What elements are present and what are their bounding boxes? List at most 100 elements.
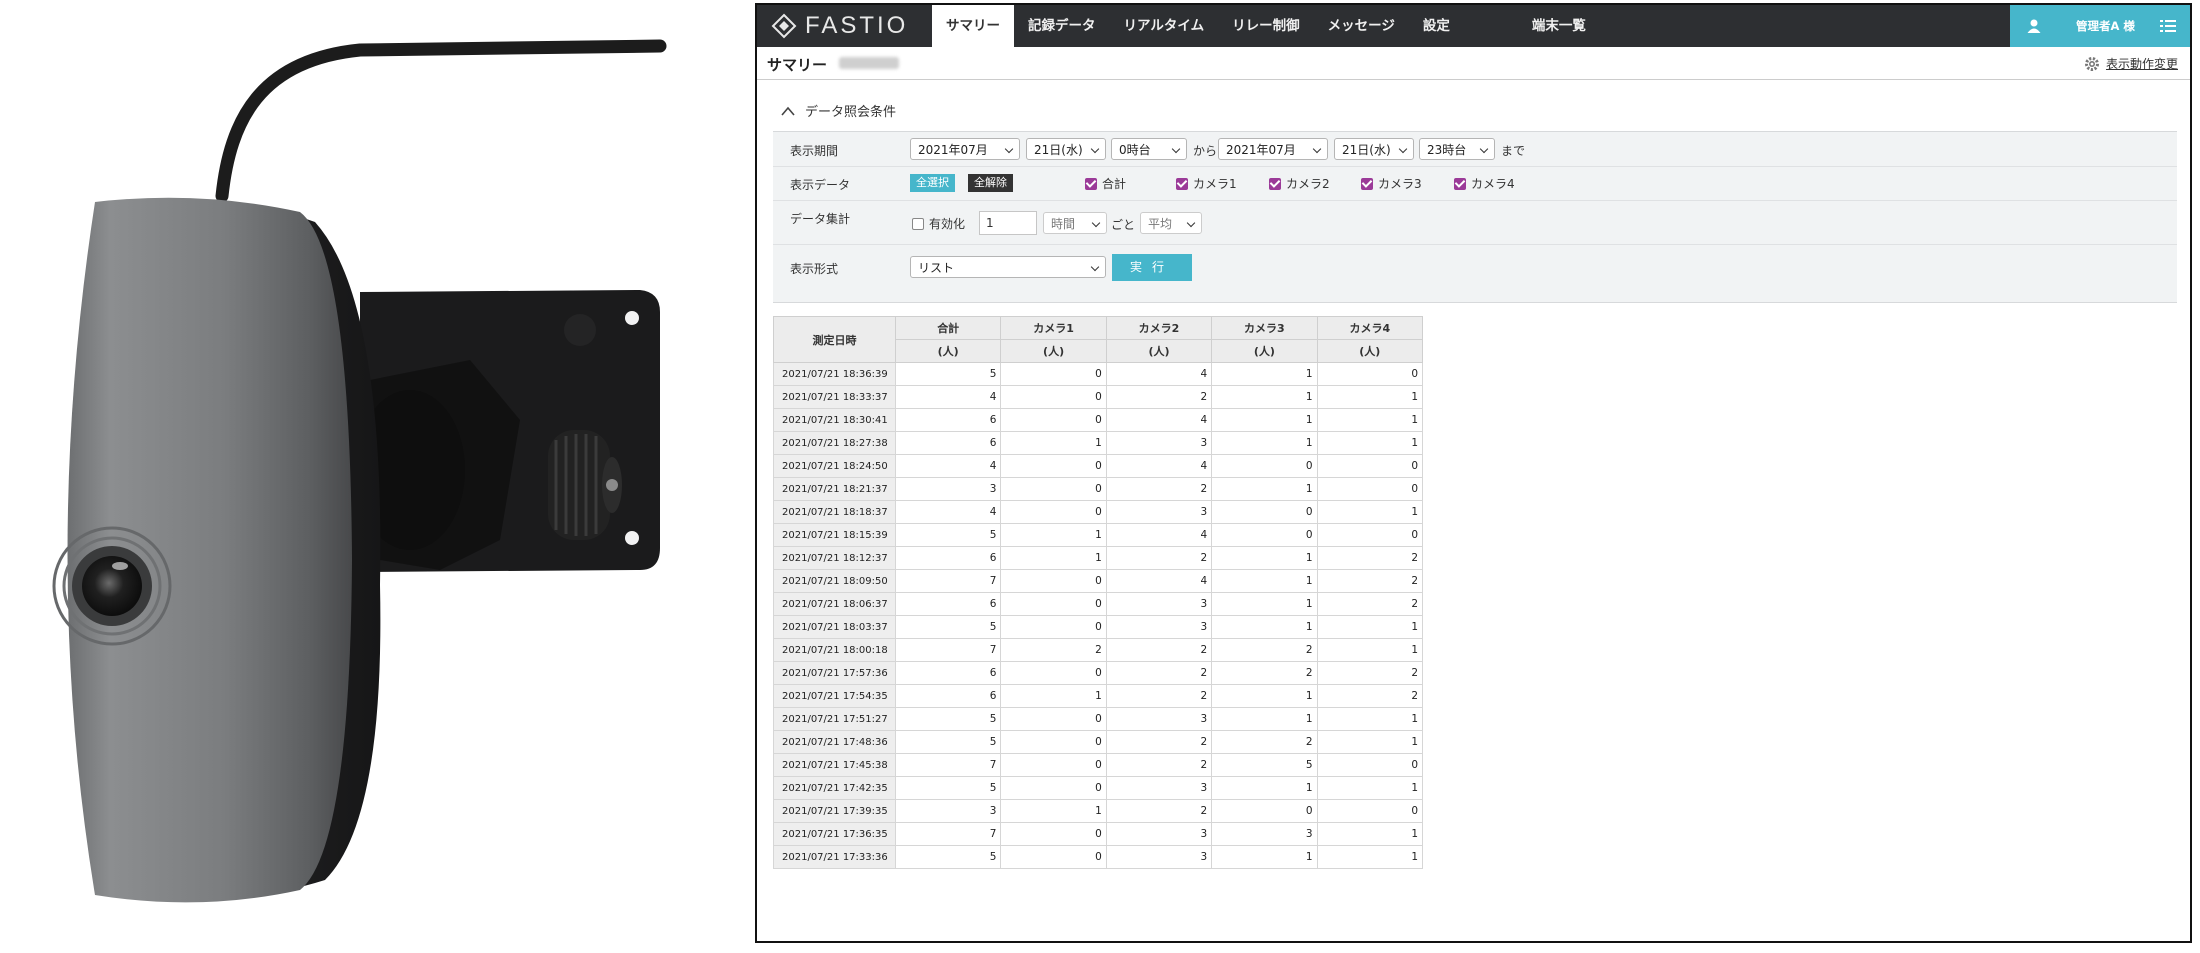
- nav-tab-records[interactable]: 記録データ: [1014, 5, 1110, 47]
- cell-camera4: 0: [1316, 753, 1423, 777]
- cell-camera4: 1: [1316, 638, 1423, 662]
- display-change-link[interactable]: 表示動作変更: [2084, 55, 2178, 72]
- cell-datetime: 2021/07/21 18:33:37: [773, 385, 896, 409]
- cell-total: 5: [894, 615, 1002, 639]
- user-menu[interactable]: 管理者A 様: [2010, 5, 2190, 47]
- nav-tab-settings[interactable]: 設定: [1409, 5, 1464, 47]
- table-row: 2021/07/21 18:24:50 4 0 4 0 0: [773, 454, 1423, 478]
- from-hour-select[interactable]: 0時台: [1111, 138, 1187, 160]
- from-day-select[interactable]: 21日(水): [1026, 138, 1106, 160]
- cell-camera3: 2: [1211, 730, 1318, 754]
- from-month-select[interactable]: 2021年07月: [910, 138, 1020, 160]
- cell-camera1: 0: [1000, 569, 1107, 593]
- cell-camera4: 1: [1316, 707, 1423, 731]
- cell-camera3: 1: [1211, 707, 1318, 731]
- cell-total: 3: [894, 477, 1002, 501]
- clear-all-button[interactable]: 全解除: [968, 174, 1013, 192]
- cell-total: 5: [894, 707, 1002, 731]
- nav-tab-realtime[interactable]: リアルタイム: [1110, 5, 1219, 47]
- cell-total: 6: [894, 546, 1002, 570]
- check-camera4[interactable]: カメラ4: [1454, 175, 1515, 192]
- conditions-toggle[interactable]: データ照会条件: [781, 101, 896, 120]
- cell-camera2: 3: [1105, 500, 1213, 524]
- cell-camera3: 1: [1211, 615, 1318, 639]
- cell-datetime: 2021/07/21 17:51:27: [773, 707, 896, 731]
- cell-camera2: 2: [1105, 661, 1213, 685]
- nav-tab-devices[interactable]: 端末一覧: [1518, 5, 1600, 47]
- cell-datetime: 2021/07/21 17:33:36: [773, 845, 896, 869]
- camera-product-photo: [52, 39, 667, 903]
- diamond-logo-icon: [771, 13, 797, 39]
- list-menu-icon[interactable]: [2160, 18, 2176, 34]
- check-camera1[interactable]: カメラ1: [1176, 175, 1237, 192]
- cell-camera3: 1: [1211, 362, 1318, 386]
- table-row: 2021/07/21 18:18:37 4 0 3 0 1: [773, 500, 1423, 524]
- check-camera3[interactable]: カメラ3: [1361, 175, 1422, 192]
- cell-datetime: 2021/07/21 18:03:37: [773, 615, 896, 639]
- cell-datetime: 2021/07/21 18:15:39: [773, 523, 896, 547]
- run-button[interactable]: 実行: [1112, 254, 1192, 281]
- cell-total: 7: [894, 638, 1002, 662]
- nav-tab-messages[interactable]: メッセージ: [1314, 5, 1409, 47]
- logo-text: FASTIO: [805, 12, 909, 39]
- checkbox-checked-icon: [1269, 177, 1281, 190]
- aggregation-each-text: ごと: [1111, 218, 1136, 232]
- cell-camera3: 1: [1211, 569, 1318, 593]
- cell-camera3: 0: [1211, 454, 1318, 478]
- cell-camera2: 2: [1105, 753, 1213, 777]
- unit-camera2: (人): [1105, 339, 1213, 363]
- cell-camera2: 2: [1105, 477, 1213, 501]
- checkbox-unchecked-icon: [912, 217, 924, 230]
- cell-camera2: 2: [1105, 546, 1213, 570]
- cell-camera3: 0: [1211, 799, 1318, 823]
- cell-camera1: 0: [1000, 408, 1107, 432]
- cell-datetime: 2021/07/21 17:45:38: [773, 753, 896, 777]
- check-total[interactable]: 合計: [1085, 175, 1126, 192]
- to-hour-select[interactable]: 23時台: [1419, 138, 1495, 160]
- check-camera2[interactable]: カメラ2: [1269, 175, 1330, 192]
- fastio-logo[interactable]: FASTIO: [771, 5, 908, 47]
- user-name: 管理者A 様: [2076, 19, 2135, 33]
- cell-total: 4: [894, 454, 1002, 478]
- cell-camera2: 2: [1105, 684, 1213, 708]
- cell-datetime: 2021/07/21 17:42:35: [773, 776, 896, 800]
- cell-camera4: 0: [1316, 362, 1423, 386]
- cell-datetime: 2021/07/21 18:06:37: [773, 592, 896, 616]
- to-month-select[interactable]: 2021年07月: [1218, 138, 1328, 160]
- format-row: 表示形式 リスト 実行: [773, 244, 2177, 288]
- aggregation-method-select[interactable]: 平均: [1140, 212, 1202, 234]
- enable-aggregation-checkbox[interactable]: 有効化: [912, 215, 965, 232]
- cell-total: 6: [894, 431, 1002, 455]
- select-all-button[interactable]: 全選択: [910, 174, 955, 192]
- cell-camera4: 1: [1316, 615, 1423, 639]
- cell-camera3: 3: [1211, 822, 1318, 846]
- aggregation-value-input[interactable]: 1: [979, 211, 1037, 235]
- cell-camera2: 4: [1105, 362, 1213, 386]
- cell-datetime: 2021/07/21 18:18:37: [773, 500, 896, 524]
- cell-camera3: 1: [1211, 477, 1318, 501]
- display-change-label: 表示動作変更: [2105, 57, 2178, 71]
- cell-datetime: 2021/07/21 18:00:18: [773, 638, 896, 662]
- from-text: から: [1193, 144, 1218, 158]
- cell-camera4: 1: [1316, 776, 1423, 800]
- cell-camera1: 1: [1000, 684, 1107, 708]
- cell-camera1: 0: [1000, 477, 1107, 501]
- cell-camera2: 4: [1105, 523, 1213, 547]
- to-day-select[interactable]: 21日(水): [1334, 138, 1414, 160]
- cell-camera3: 1: [1211, 592, 1318, 616]
- conditions-panel: 表示期間 2021年07月 21日(水) 0時台 から 2021年07月 21日…: [773, 131, 2177, 303]
- table-row: 2021/07/21 17:48:36 5 0 2 2 1: [773, 730, 1423, 754]
- cell-camera4: 1: [1316, 408, 1423, 432]
- nav-tab-summary[interactable]: サマリー: [932, 5, 1014, 47]
- table-row: 2021/07/21 17:51:27 5 0 3 1 1: [773, 707, 1423, 731]
- format-select[interactable]: リスト: [910, 256, 1106, 278]
- nav-tab-relay[interactable]: リレー制御: [1218, 5, 1314, 47]
- cell-datetime: 2021/07/21 18:21:37: [773, 477, 896, 501]
- aggregation-unit-select[interactable]: 時間: [1043, 212, 1107, 234]
- display-data-row: 表示データ 全選択 全解除 合計 カメラ1 カメラ2 カメラ3 カメラ4: [773, 166, 2177, 201]
- cell-camera4: 0: [1316, 477, 1423, 501]
- gear-icon: [2084, 56, 2099, 71]
- cell-total: 6: [894, 684, 1002, 708]
- check-camera4-label: カメラ4: [1471, 177, 1515, 191]
- cell-camera4: 1: [1316, 500, 1423, 524]
